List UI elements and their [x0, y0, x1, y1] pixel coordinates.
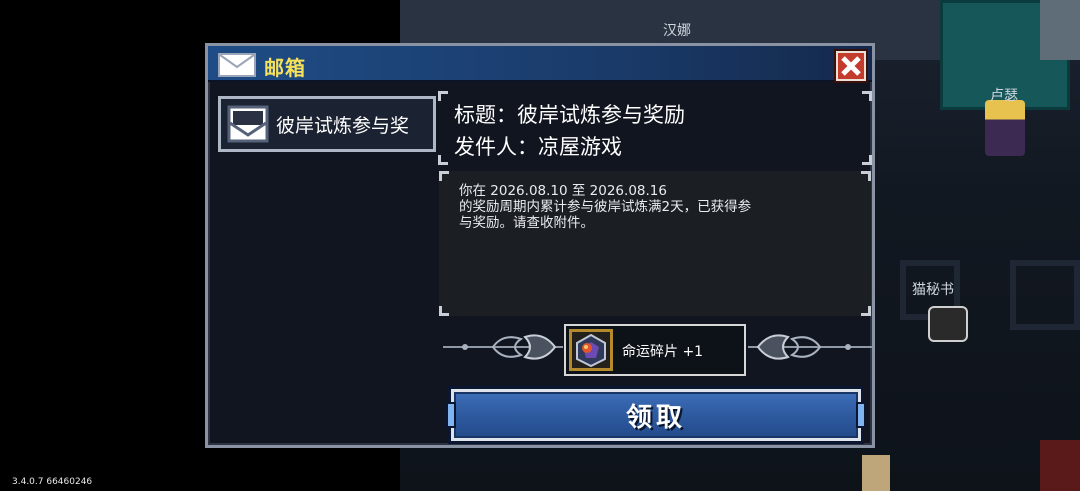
mail-body-line: 与奖励。请查收附件。 [459, 215, 594, 231]
attachment-icon-frame [569, 329, 613, 371]
close-button[interactable] [836, 51, 866, 81]
frame-corner [861, 306, 871, 316]
attachment-name: 命运碎片 +1 [622, 341, 703, 361]
wall-panel [1040, 0, 1080, 60]
mailbox-title: 邮箱 [264, 56, 306, 80]
close-x-icon [841, 56, 861, 76]
frame-corner [438, 91, 448, 101]
mail-list-item-label: 彼岸试炼参与奖 [276, 115, 410, 137]
ornament-right [748, 334, 873, 360]
fate-shard-icon [576, 333, 606, 368]
mail-body-line: 你在 2026.08.10 至 2026.08.16 [459, 183, 667, 199]
frame-corner [862, 91, 872, 101]
claim-button[interactable]: 领取 [446, 389, 866, 441]
button-edge-decoration [856, 402, 866, 428]
mail-body: 你在 2026.08.10 至 2026.08.16 的奖励周期内累计参与彼岸试… [439, 171, 871, 316]
frame-corner [861, 171, 871, 181]
mail-header: 标题：彼岸试炼参与奖励 发件人：凉屋游戏 [438, 91, 872, 165]
cat-npc[interactable] [928, 306, 968, 342]
frame-corner [438, 155, 448, 165]
button-edge-decoration [446, 402, 456, 428]
mail-subject: 标题：彼岸试炼参与奖励 [454, 103, 685, 127]
attachment-item[interactable]: 命运碎片 +1 [564, 324, 746, 376]
frame-corner [862, 155, 872, 165]
mailbox-titlebar: 邮箱 [208, 46, 872, 82]
ornament-left [443, 334, 563, 360]
npc-character[interactable] [985, 100, 1025, 156]
claim-button-label: 领取 [625, 402, 686, 433]
mailbox-window: 邮箱 彼岸试炼参与奖 标题：彼岸试炼参与奖励 发件人：凉屋游戏 你在 2026.… [205, 43, 875, 448]
envelope-icon [218, 53, 256, 77]
mail-sender: 发件人：凉屋游戏 [454, 135, 622, 159]
envelope-icon [227, 105, 269, 143]
floor-decoration [1010, 260, 1080, 330]
scene-prop [862, 455, 890, 491]
attachment-quantity: +1 [682, 344, 704, 360]
npc-name-label: 猫秘书 [912, 282, 954, 298]
frame-corner [439, 171, 449, 181]
npc-name-label: 卢瑟 [990, 88, 1018, 104]
version-text: 3.4.0.7 66460246 [12, 477, 93, 487]
mail-body-line: 的奖励周期内累计参与彼岸试炼满2天，已获得参 [459, 199, 752, 215]
scene-prop [1040, 440, 1080, 491]
attachment-title: 命运碎片 [622, 344, 678, 360]
npc-name-label: 汉娜 [663, 23, 691, 39]
mail-list-item[interactable]: 彼岸试炼参与奖 [218, 96, 436, 152]
frame-corner [439, 306, 449, 316]
mail-body-text: 你在 2026.08.10 至 2026.08.16 的奖励周期内累计参与彼岸试… [459, 183, 854, 231]
